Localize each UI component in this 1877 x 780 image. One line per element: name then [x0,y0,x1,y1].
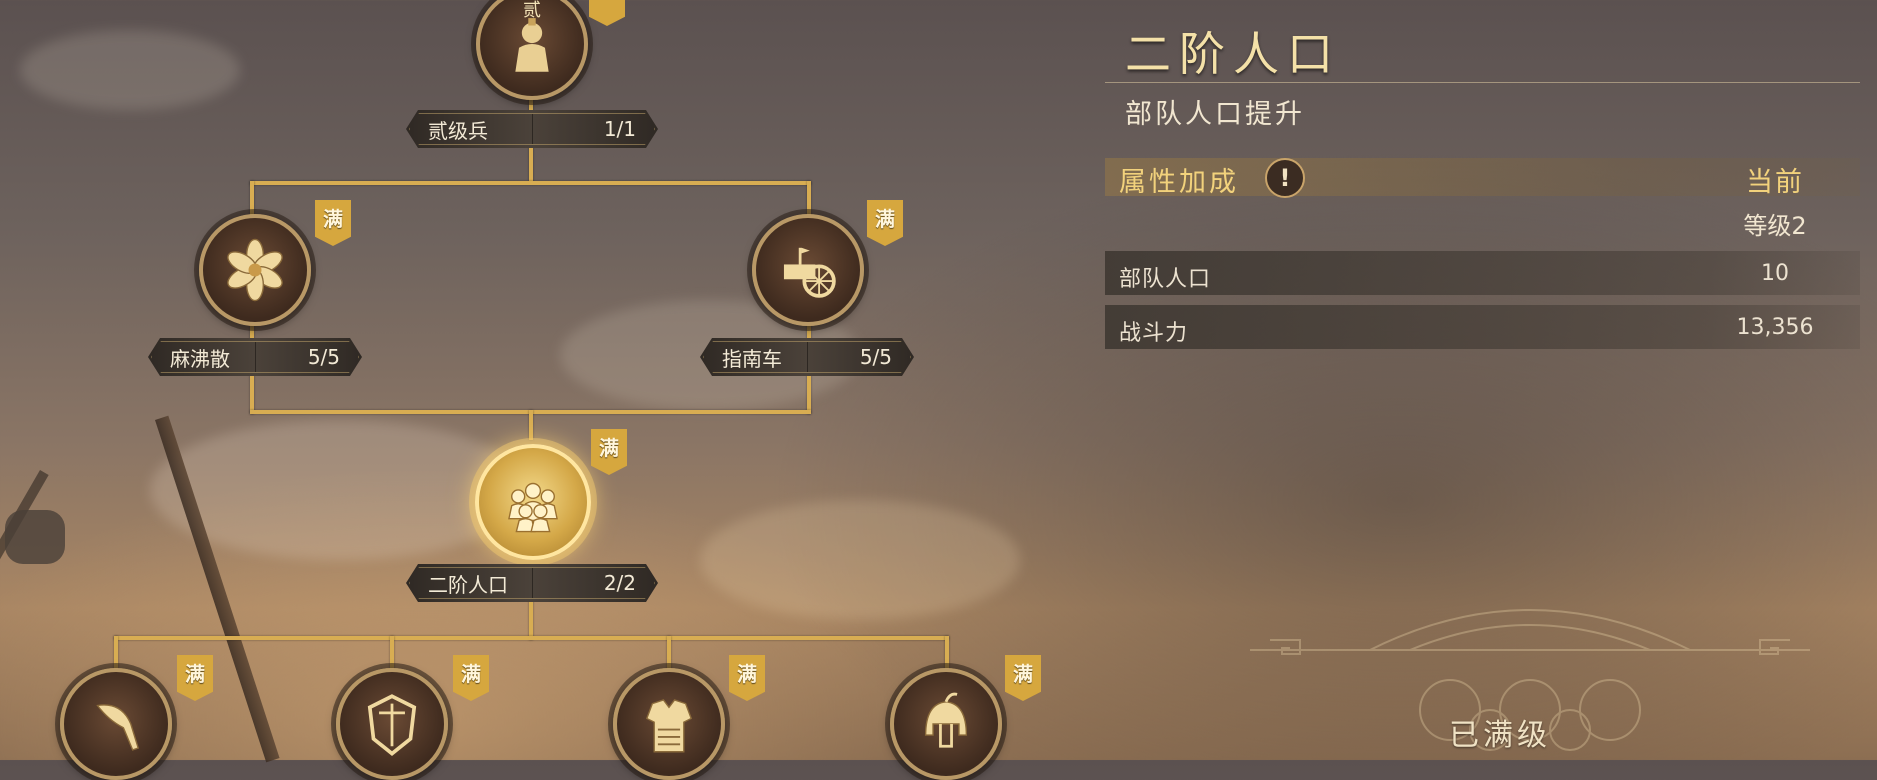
quill-brush-icon [96,704,140,751]
connector [529,600,533,640]
node-name: 麻沸散 [170,346,230,371]
node-plate-selected[interactable]: 二阶人口 2/2 [406,564,658,602]
node-plate-zhinanche[interactable]: 指南车 5/5 [700,338,914,376]
tree-node-child-1[interactable] [60,668,172,780]
node-tier-label: 贰 [523,0,541,21]
maxed-badge: 满 [453,655,489,701]
current-column-header: 当前 [1746,167,1804,198]
lotus-flower-icon [227,238,283,302]
tree-node-child-3[interactable] [613,668,725,780]
stat-value: 13,356 [1736,315,1814,340]
node-plate-root[interactable]: 贰级兵 1/1 [406,110,658,148]
current-level: 等级2 [1743,212,1807,240]
tree-node-child-2[interactable] [336,668,448,780]
connector [114,636,118,672]
node-name: 二阶人口 [428,572,508,597]
stat-label: 战斗力 [1119,321,1189,346]
maxed-badge: 满 [1005,655,1041,701]
tree-node-zhinanche[interactable] [752,214,864,326]
info-icon[interactable]: ! [1265,158,1305,198]
stat-value: 10 [1761,261,1789,286]
max-level-status: 已满级 [1449,718,1551,753]
maxed-badge: 满 [729,655,765,701]
tree-node-root[interactable]: 贰 [476,0,588,100]
shield-icon [367,694,417,756]
node-progress: 5/5 [859,345,892,369]
stat-label: 部队人口 [1119,267,1212,292]
node-name: 指南车 [722,346,782,371]
stat-row: 战斗力 13,356 [1105,305,1860,349]
connector [667,636,671,672]
connector [114,636,949,640]
chariot-icon [783,247,836,298]
armor-icon [645,699,693,753]
maxed-badge: 满 [315,200,351,246]
ship-rope [0,470,49,701]
tree-node-mafeisan[interactable] [199,214,311,326]
node-name: 贰级兵 [428,118,488,143]
tree-node-selected[interactable] [475,444,591,560]
maxed-badge: 满 [177,655,213,701]
node-progress: 5/5 [307,345,340,369]
connector [390,636,394,672]
stat-row: 部队人口 10 [1105,251,1860,295]
connector [250,181,811,185]
maxed-badge [589,0,625,26]
cloud [700,500,1020,620]
connector [945,636,949,672]
lantern [5,510,65,564]
maxed-badge: 满 [867,200,903,246]
cloud [20,30,240,110]
node-plate-mafeisan[interactable]: 麻沸散 5/5 [148,338,362,376]
connector [529,410,533,440]
helmet-icon [924,692,968,748]
divider [1105,82,1860,83]
maxed-badge: 满 [591,429,627,475]
detail-subtitle: 部队人口提升 [1125,99,1305,130]
soldier-group-icon [508,482,558,533]
node-progress: 2/2 [603,571,636,595]
node-progress: 1/1 [603,117,636,141]
tree-node-child-4[interactable] [890,668,1002,780]
attribute-bonus-label: 属性加成 [1119,167,1239,198]
detail-title: 二阶人口 [1125,27,1341,81]
